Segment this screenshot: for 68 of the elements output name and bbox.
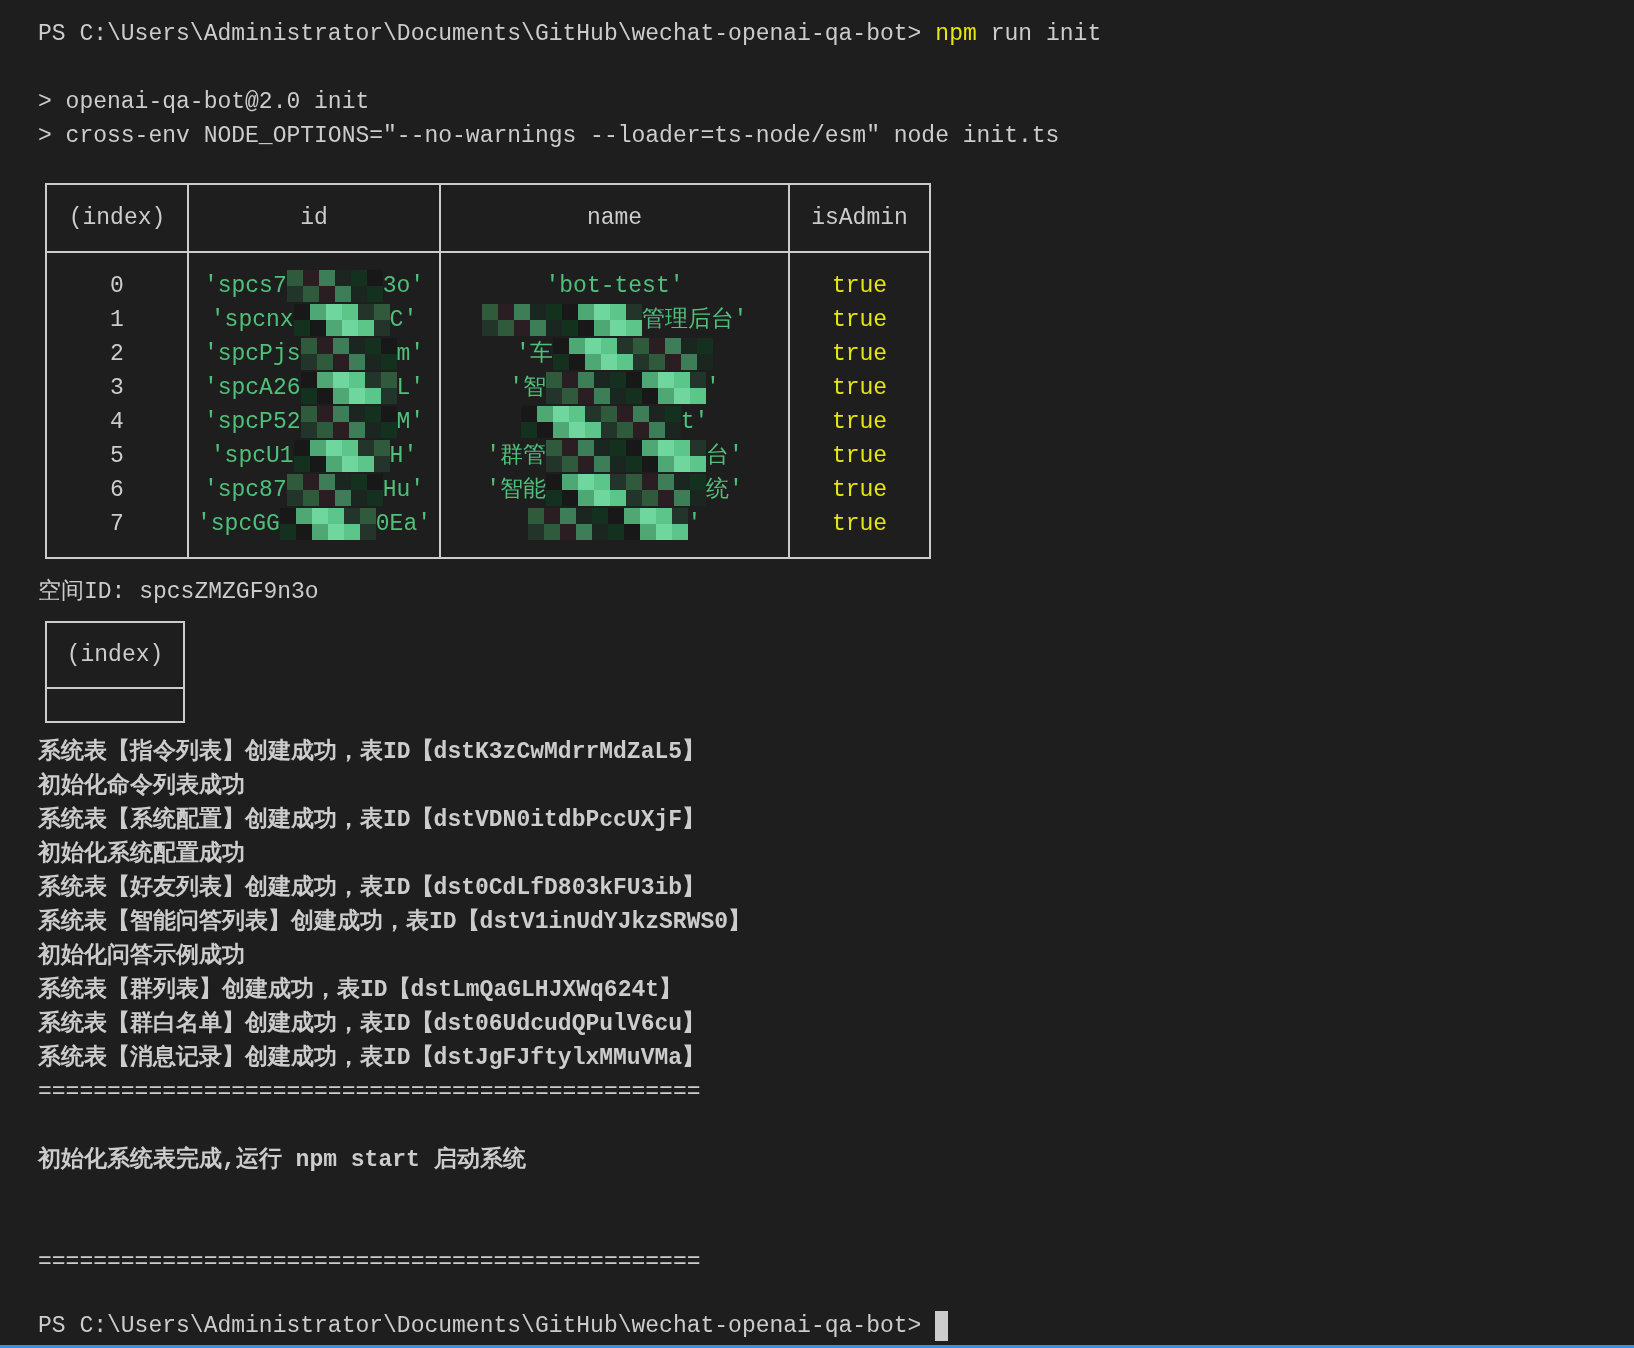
log-line: 初始化命令列表成功	[38, 771, 246, 801]
command-args: run init	[990, 20, 1102, 49]
boolean-value: true	[831, 272, 888, 301]
cell-text: 'spcGG	[196, 510, 280, 539]
cell-text: 'spcU1	[210, 442, 294, 471]
cell-text: Hu'	[382, 476, 425, 505]
row-index: 3	[110, 374, 124, 403]
command-name: npm	[935, 20, 977, 49]
prompt-path: PS C:\Users\Administrator\Documents\GitHub\wechat-openai-qa-bot>	[38, 20, 922, 49]
cell-text: M'	[396, 408, 425, 437]
boolean-value: true	[831, 442, 888, 471]
cell-text: 管理后台'	[641, 306, 748, 335]
cell-text: '	[706, 374, 720, 403]
boolean-value: true	[831, 408, 888, 437]
boolean-value: true	[831, 340, 888, 369]
script-line: > cross-env NODE_OPTIONS="--no-warnings --loader=ts-node/esm" node init.ts	[38, 122, 1061, 151]
cell-text: 0Ea'	[375, 510, 431, 539]
row-index: 6	[110, 476, 124, 505]
cell-text: 'spcA26	[203, 374, 301, 403]
cell-text: 'spcnx	[210, 306, 294, 335]
cell-text: 'spcs7	[203, 272, 287, 301]
log-line: 系统表【指令列表】创建成功，表ID【dstK3zCwMdrrMdZaL5】	[38, 737, 707, 767]
row-index: 1	[110, 306, 124, 335]
cell-text: 'spc87	[203, 476, 287, 505]
column-header: name	[439, 185, 788, 251]
cell-text: m'	[396, 340, 425, 369]
cell-text: 统'	[706, 476, 743, 505]
space-id-line: 空间ID: spcsZMZGF9n3o	[38, 577, 320, 607]
cell-text: '智能	[486, 476, 546, 505]
cell-text: '群管	[486, 442, 546, 471]
prompt-path: PS C:\Users\Administrator\Documents\GitHub\wechat-openai-qa-bot>	[38, 1312, 922, 1341]
script-line: > openai-qa-bot@2.0 init	[38, 88, 371, 117]
row-index: 5	[110, 442, 124, 471]
column-header: (index)	[67, 204, 167, 233]
log-line: 系统表【消息记录】创建成功，表ID【dstJgFJftylxMMuVMa】	[38, 1043, 707, 1073]
boolean-value: true	[831, 374, 888, 403]
separator-line: ================================================	[38, 1248, 702, 1277]
column-header: id	[187, 185, 439, 251]
cell-text: C'	[389, 306, 418, 335]
cell-text: 'bot-test'	[545, 272, 684, 301]
log-line: 系统表【群列表】创建成功，表ID【dstLmQaGLHJXWq624t】	[38, 975, 684, 1005]
column-header: isAdmin	[788, 185, 929, 251]
log-line: 系统表【系统配置】创建成功，表ID【dstVDN0itdbPccUXjF】	[38, 805, 707, 835]
row-index: 4	[110, 408, 124, 437]
completion-message: 初始化系统表完成,运行 npm start 启动系统	[38, 1145, 527, 1175]
log-line: 系统表【好友列表】创建成功，表ID【dst0CdLfD803kFU3ib】	[38, 873, 707, 903]
row-index: 2	[110, 340, 124, 369]
cell-text: 'spcP52	[203, 408, 301, 437]
cell-text: L'	[396, 374, 425, 403]
cell-text: '车	[516, 340, 553, 369]
log-line: 初始化问答示例成功	[38, 941, 246, 971]
boolean-value: true	[831, 510, 888, 539]
cell-text: '智	[509, 374, 546, 403]
cell-text: 台'	[706, 442, 743, 471]
column-header: (index)	[47, 623, 183, 689]
log-line: 初始化系统配置成功	[38, 839, 246, 869]
cell-text: 3o'	[382, 272, 425, 301]
cell-text: t'	[680, 408, 709, 437]
cell-text: 'spcPjs	[203, 340, 301, 369]
cell-text: H'	[389, 442, 418, 471]
log-line: 系统表【智能问答列表】创建成功，表ID【dstV1inUdYJkzSRWS0】	[38, 907, 753, 937]
cell-text: '	[687, 510, 702, 539]
boolean-value: true	[831, 476, 888, 505]
separator-line: ================================================	[38, 1078, 702, 1107]
log-line: 系统表【群白名单】创建成功，表ID【dst06UdcudQPulV6cu】	[38, 1009, 707, 1039]
row-index: 0	[110, 272, 124, 301]
row-index: 7	[110, 510, 124, 539]
boolean-value: true	[831, 306, 888, 335]
